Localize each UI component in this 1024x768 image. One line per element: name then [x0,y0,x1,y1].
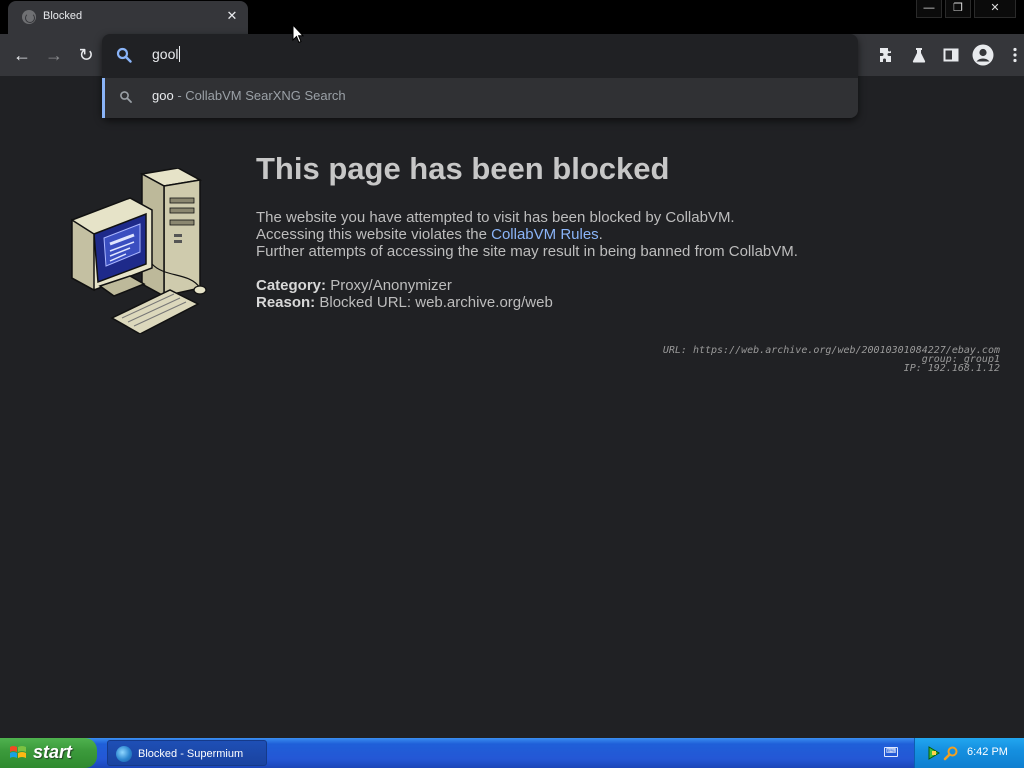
search-tray-icon[interactable] [943,745,959,761]
collabvm-rules-link[interactable]: CollabVM Rules [491,226,599,243]
suggestion-text: goo - CollabVM SearXNG Search [152,88,346,103]
tab-title: Blocked [43,10,83,22]
taskbar-item-supermium[interactable]: Blocked - Supermium [107,740,267,766]
search-suggestion[interactable]: goo - CollabVM SearXNG Search [102,78,858,118]
page-title: This page has been blocked [256,151,670,186]
page-content: This page has been blocked The website y… [0,76,1024,738]
start-button[interactable]: start [0,738,97,768]
side-panel-icon[interactable] [938,42,964,68]
tab-blocked[interactable]: Blocked ✕ [8,1,248,34]
taskbar: start Blocked - Supermium ⌨ 6:42 PM [0,738,1024,768]
minimize-button[interactable]: — [916,0,942,18]
block-message-line-1: The website you have attempted to visit … [256,209,735,226]
block-message-line-3: Further attempts of accessing the site m… [256,243,798,260]
back-button[interactable]: ← [9,42,35,68]
restore-button[interactable]: ❐ [945,0,971,18]
block-message: The website you have attempted to visit … [256,209,798,260]
category-row: Category: Proxy/Anonymizer [256,277,452,294]
system-tray: 6:42 PM [914,738,1024,768]
keyboard-icon[interactable]: ⌨ [884,747,898,757]
globe-icon [116,746,132,762]
address-input-text[interactable]: gool [152,46,181,62]
extensions-icon[interactable] [874,42,900,68]
reload-button[interactable]: ↻ [73,42,99,68]
block-message-line-2: Accessing this website violates the Coll… [256,226,603,243]
search-icon [120,91,132,103]
menu-icon[interactable] [1002,42,1024,68]
start-label: start [33,742,73,762]
network-icon[interactable] [927,745,941,761]
window-controls: — ❐ ✕ [913,0,1016,18]
request-meta: URL: https://web.archive.org/web/2001030… [663,346,1000,374]
title-bar: Blocked ✕ — ❐ ✕ [0,0,1024,34]
search-icon [116,47,132,63]
reason-row: Reason: Blocked URL: web.archive.org/web [256,294,553,311]
forward-button[interactable]: → [41,42,67,68]
computer-illustration [71,168,207,334]
omnibox-dropdown: gool goo - CollabVM SearXNG Search [102,34,858,118]
block-details: Category: Proxy/Anonymizer Reason: Block… [256,277,553,311]
category-value: Proxy/Anonymizer [330,277,452,294]
cursor-icon [292,24,304,44]
address-bar[interactable]: gool [102,34,858,76]
clock: 6:42 PM [967,746,1008,758]
taskbar-item-label: Blocked - Supermium [138,748,244,760]
window-close-button[interactable]: ✕ [974,0,1016,18]
profile-icon[interactable] [970,42,996,68]
windows-flag-icon [10,746,26,758]
toolbar-actions [874,42,1024,68]
meta-ip: IP: 192.168.1.12 [903,363,1000,374]
tab-close-button[interactable]: ✕ [224,8,240,24]
reason-value: Blocked URL: web.archive.org/web [319,294,553,311]
globe-icon [22,10,36,24]
flask-icon[interactable] [906,42,932,68]
